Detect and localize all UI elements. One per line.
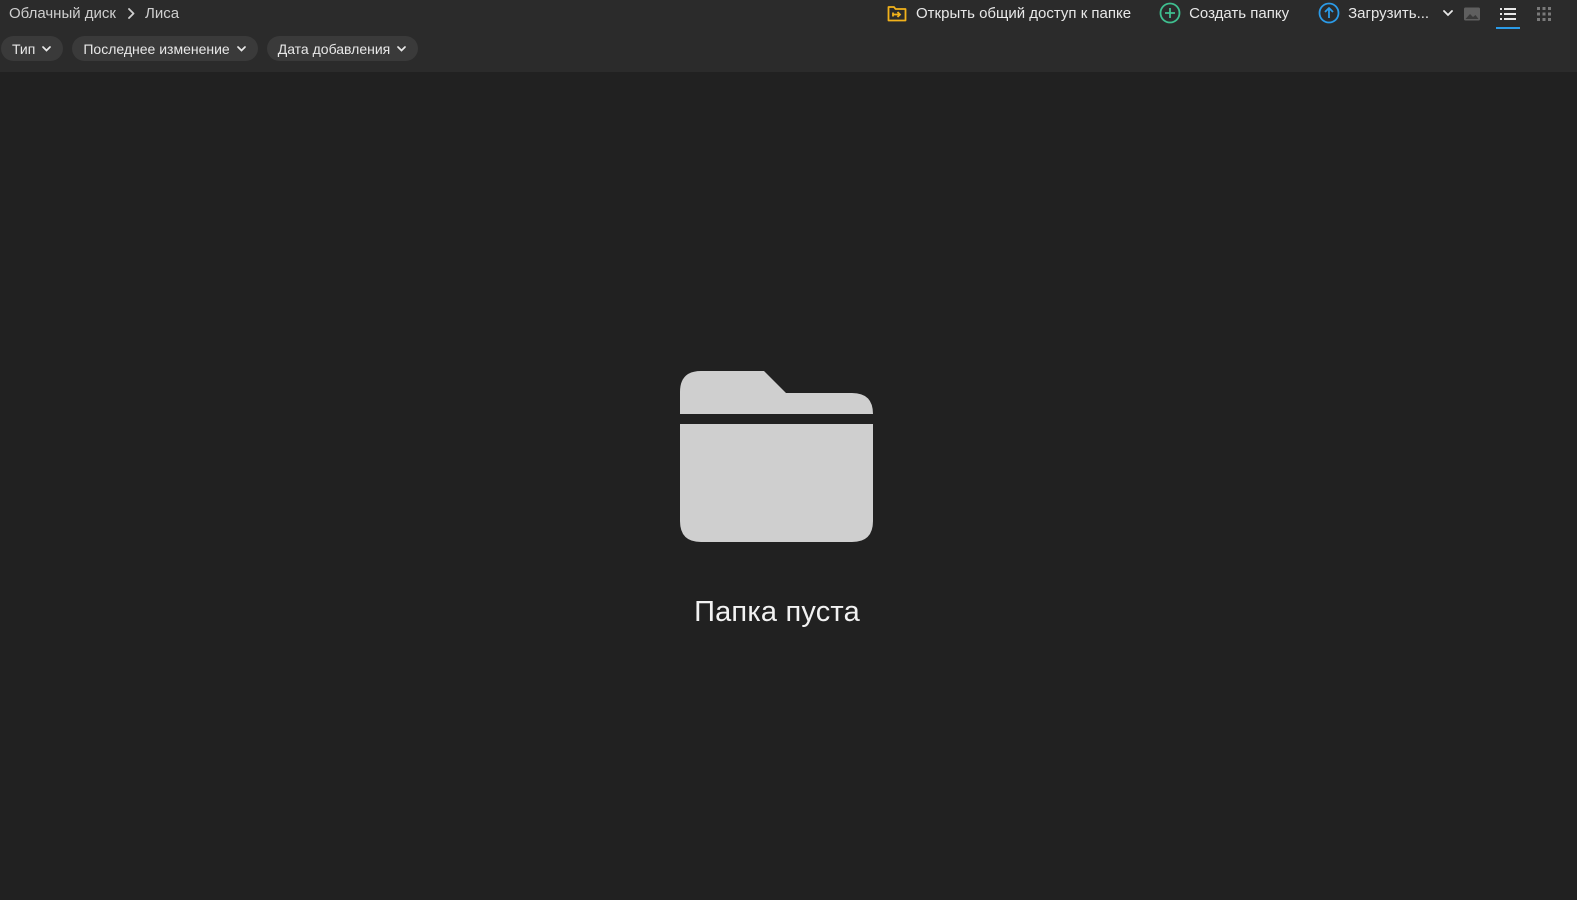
filter-type[interactable]: Тип — [1, 36, 64, 61]
toolbar-actions: Открыть общий доступ к папке Создать пап… — [886, 0, 1453, 26]
filter-date-added[interactable]: Дата добавления — [266, 36, 419, 61]
filter-last-modified-label: Последнее изменение — [83, 40, 230, 57]
breadcrumb: Облачный диск Лиса — [9, 3, 179, 23]
filter-last-modified[interactable]: Последнее изменение — [72, 36, 258, 61]
create-folder-button[interactable]: Создать папку — [1159, 2, 1289, 24]
breadcrumb-item-current: Лиса — [144, 4, 180, 22]
view-mode-switcher — [1461, 1, 1555, 29]
filter-date-added-label: Дата добавления — [277, 40, 391, 57]
shared-folder-icon — [886, 2, 908, 24]
breadcrumb-item-root[interactable]: Облачный диск — [9, 5, 116, 22]
filter-type-label: Тип — [12, 40, 36, 57]
share-folder-button[interactable]: Открыть общий доступ к папке — [886, 2, 1131, 24]
create-folder-label: Создать папку — [1189, 4, 1290, 22]
filter-bar: Тип Последнее изменение Дата добавления — [1, 36, 427, 61]
grid-view-icon[interactable] — [1533, 3, 1555, 25]
upload-label: Загрузить... — [1348, 4, 1430, 22]
chevron-right-icon — [128, 7, 135, 19]
share-folder-label: Открыть общий доступ к папке — [916, 4, 1132, 22]
gallery-view-icon[interactable] — [1461, 3, 1483, 25]
chevron-down-icon[interactable] — [1443, 9, 1453, 17]
chevron-down-icon — [397, 45, 407, 52]
empty-folder-area: Папка пуста — [0, 72, 1577, 900]
empty-folder-icon — [680, 371, 873, 542]
list-view-icon[interactable] — [1496, 3, 1520, 29]
chevron-down-icon — [236, 45, 246, 52]
upload-circle-icon — [1318, 2, 1340, 24]
upload-button[interactable]: Загрузить... — [1318, 2, 1453, 24]
chevron-down-icon — [42, 45, 52, 52]
toolbar: Облачный диск Лиса Открыть общий доступ … — [0, 0, 1577, 72]
empty-folder-message: Папка пуста — [694, 596, 860, 628]
plus-circle-icon — [1159, 2, 1181, 24]
